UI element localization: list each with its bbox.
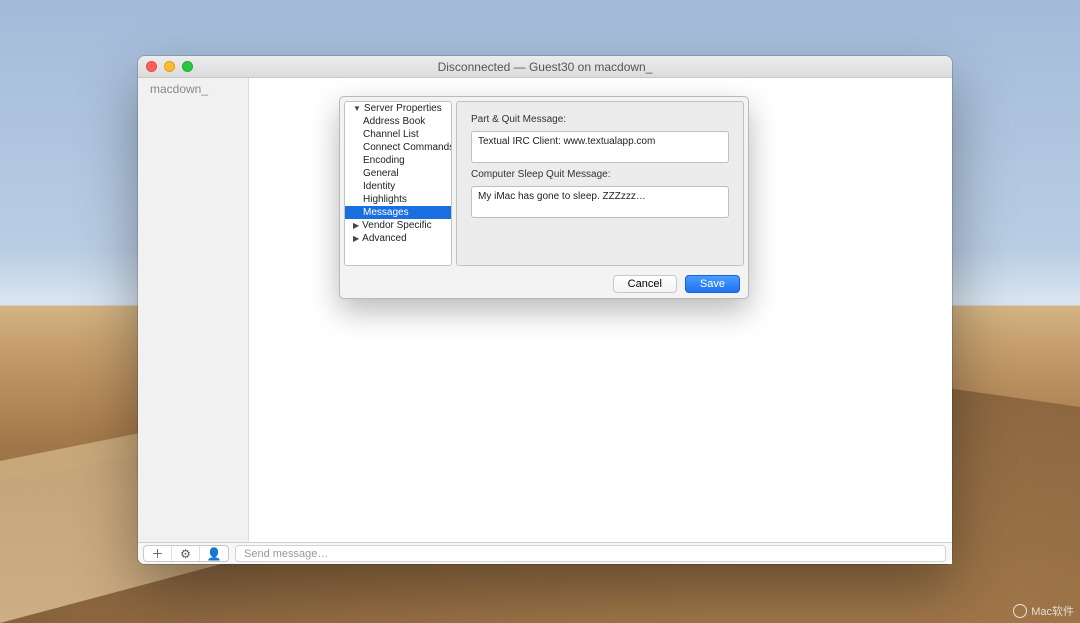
part-quit-label: Part & Quit Message: (471, 114, 729, 125)
add-button[interactable]: ＋ (144, 546, 172, 561)
tree-item-address-book[interactable]: Address Book (345, 115, 451, 128)
close-icon[interactable] (146, 61, 157, 72)
tree-label: Advanced (362, 233, 406, 244)
dialog-footer: Cancel Save (340, 270, 748, 298)
app-window: Disconnected — Guest30 on macdown_ macdo… (138, 56, 952, 564)
tree-item-identity[interactable]: Identity (345, 180, 451, 193)
chevron-down-icon: ▼ (353, 104, 361, 113)
server-list: macdown_ (138, 78, 249, 564)
tree-group-vendor-specific[interactable]: ▶ Vendor Specific (345, 219, 451, 232)
tree-group-server-properties[interactable]: ▼ Server Properties (345, 102, 451, 115)
window-body: macdown_ ▼ Server Properties Address Boo… (138, 78, 952, 564)
tree-item-highlights[interactable]: Highlights (345, 193, 451, 206)
zoom-icon[interactable] (182, 61, 193, 72)
save-button[interactable]: Save (685, 275, 740, 293)
sleep-quit-label: Computer Sleep Quit Message: (471, 169, 729, 180)
bottom-toolbar: ＋ ⚙ 👤 Send message… (138, 542, 952, 564)
server-item[interactable]: macdown_ (138, 78, 248, 100)
server-properties-dialog: ▼ Server Properties Address Book Channel… (339, 96, 749, 299)
part-quit-input[interactable]: Textual IRC Client: www.textualapp.com (471, 131, 729, 163)
settings-button[interactable]: ⚙ (172, 546, 200, 561)
user-button[interactable]: 👤 (200, 546, 228, 561)
message-placeholder: Send message… (244, 548, 328, 560)
tree-item-general[interactable]: General (345, 167, 451, 180)
tree-label: Vendor Specific (362, 220, 432, 231)
chat-area: ▼ Server Properties Address Book Channel… (249, 78, 952, 564)
tree-item-messages[interactable]: Messages (345, 206, 451, 219)
messages-panel: Part & Quit Message: Textual IRC Client:… (456, 101, 744, 266)
user-icon: 👤 (207, 547, 222, 561)
dialog-body: ▼ Server Properties Address Book Channel… (340, 97, 748, 270)
watermark: Mac软件 (1013, 603, 1074, 619)
settings-tree: ▼ Server Properties Address Book Channel… (344, 101, 452, 266)
watermark-text: Mac软件 (1031, 603, 1074, 619)
window-title: Disconnected — Guest30 on macdown_ (138, 60, 952, 74)
minimize-icon[interactable] (164, 61, 175, 72)
message-input[interactable]: Send message… (235, 545, 946, 562)
gear-icon: ⚙ (180, 547, 191, 561)
cancel-button[interactable]: Cancel (613, 275, 677, 293)
tree-label: Server Properties (364, 103, 442, 114)
chevron-right-icon: ▶ (353, 221, 359, 230)
bottom-segmented: ＋ ⚙ 👤 (143, 545, 229, 562)
titlebar: Disconnected — Guest30 on macdown_ (138, 56, 952, 78)
tree-item-channel-list[interactable]: Channel List (345, 128, 451, 141)
sleep-quit-input[interactable]: My iMac has gone to sleep. ZZZzzz… (471, 186, 729, 218)
tree-item-encoding[interactable]: Encoding (345, 154, 451, 167)
tree-group-advanced[interactable]: ▶ Advanced (345, 232, 451, 245)
tree-item-connect-commands[interactable]: Connect Commands (345, 141, 451, 154)
chevron-right-icon: ▶ (353, 234, 359, 243)
plus-icon: ＋ (151, 545, 163, 562)
logo-icon (1013, 604, 1027, 618)
